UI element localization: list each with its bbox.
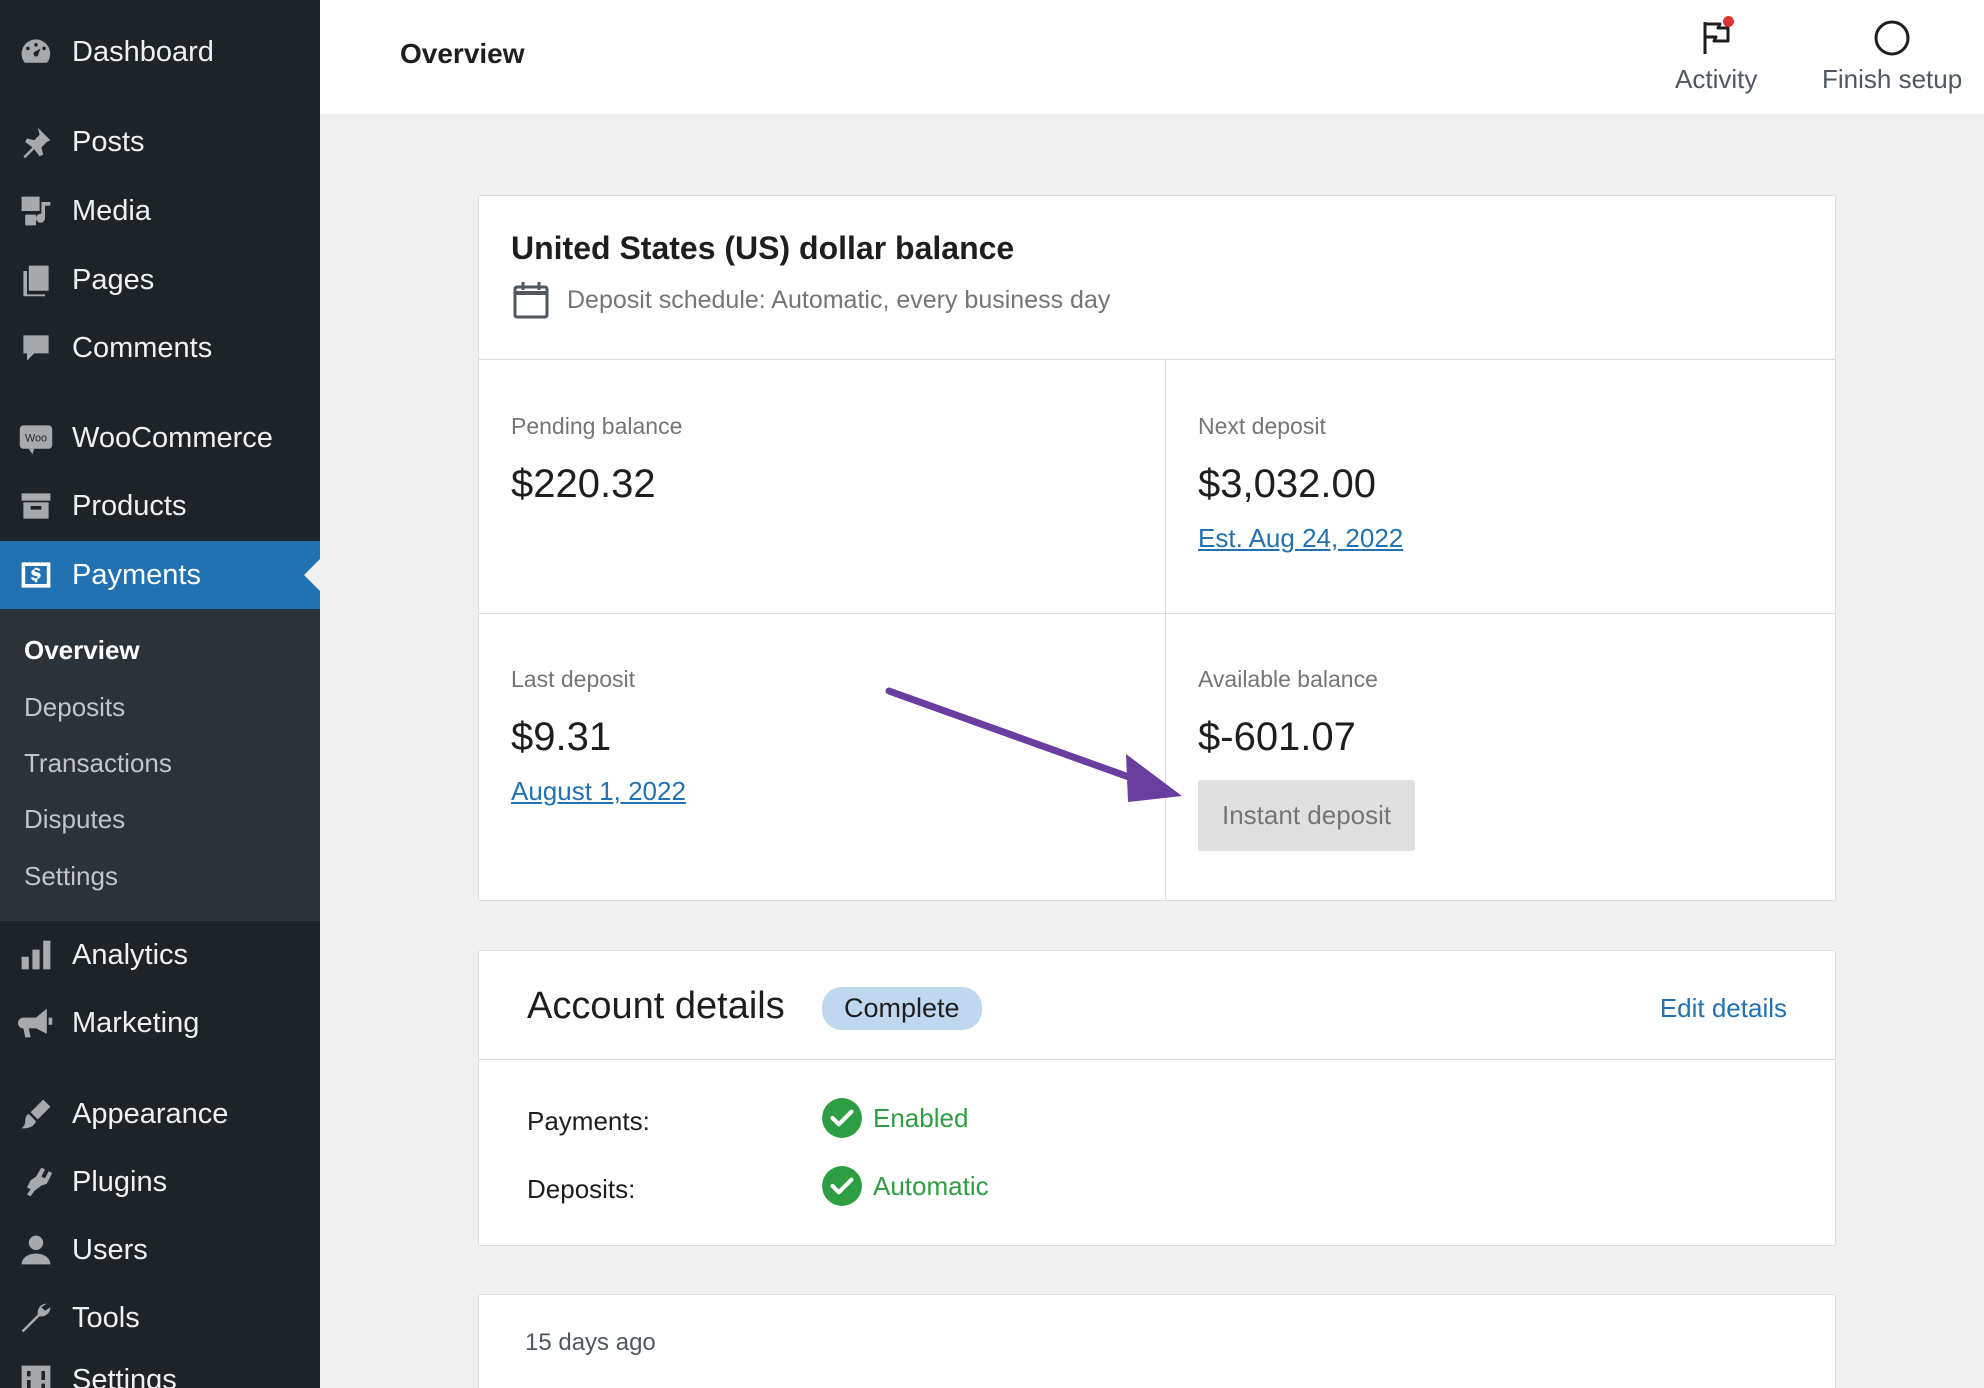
sidebar-item-media[interactable]: Media <box>0 177 320 245</box>
dashboard-icon <box>17 33 55 71</box>
sidebar-item-payments[interactable]: Payments <box>0 541 320 609</box>
progress-circle-icon <box>1872 18 1912 58</box>
comment-icon <box>17 329 55 367</box>
status-badge: Complete <box>822 987 982 1030</box>
woo-icon: Woo <box>17 419 55 457</box>
sidebar-item-analytics[interactable]: Analytics <box>0 921 320 989</box>
submenu-transactions[interactable]: Transactions <box>24 748 172 779</box>
sidebar-item-pages[interactable]: Pages <box>0 246 320 314</box>
finish-setup-label: Finish setup <box>1822 64 1963 94</box>
sidebar-item-label: Analytics <box>72 938 189 971</box>
sidebar-item-label: Dashboard <box>72 35 214 68</box>
instant-deposit-button[interactable]: Instant deposit <box>1198 780 1416 851</box>
activity-timestamp: 15 days ago <box>525 1329 656 1356</box>
sidebar-item-label: Pages <box>72 263 155 296</box>
deposit-schedule: Deposit schedule: Automatic, every busin… <box>511 280 1110 320</box>
top-header: Overview Activity Finish setup <box>320 0 1984 114</box>
sidebar-item-comments[interactable]: Comments <box>0 314 320 382</box>
sidebar-item-marketing[interactable]: Marketing <box>0 989 320 1057</box>
sidebar-item-label: Tools <box>72 1301 140 1334</box>
sidebar-item-woocommerce[interactable]: Woo WooCommerce <box>0 404 320 472</box>
plugin-icon <box>17 1163 55 1201</box>
last-deposit: Last deposit $9.31 August 1, 2022 <box>511 666 686 807</box>
sidebar-item-label: Users <box>72 1233 148 1266</box>
account-details-title: Account details <box>527 985 785 1027</box>
sidebar-item-label: Appearance <box>72 1097 229 1130</box>
next-deposit-amount: $3,032.00 <box>1198 462 1376 506</box>
page-title: Overview <box>400 38 525 69</box>
sidebar-item-label: Comments <box>72 331 213 364</box>
next-deposit-date-link[interactable]: Est. Aug 24, 2022 <box>1198 523 1403 554</box>
user-icon <box>17 1231 55 1269</box>
deposits-status-label: Deposits: <box>527 1174 636 1204</box>
next-deposit-label: Next deposit <box>1198 413 1326 439</box>
pending-balance: Pending balance $220.32 <box>511 413 682 507</box>
sidebar-item-posts[interactable]: Posts <box>0 108 320 176</box>
available-balance: Available balance $-601.07 <box>1198 666 1378 760</box>
flag-icon <box>1696 16 1736 58</box>
brush-icon <box>17 1095 55 1133</box>
activity-label: Activity <box>1675 64 1758 94</box>
payments-status: Enabled <box>821 1097 968 1139</box>
account-details-card: Account details Complete Edit details Pa… <box>478 950 1836 1246</box>
megaphone-icon <box>17 1004 55 1042</box>
pending-balance-label: Pending balance <box>511 413 683 439</box>
pending-balance-amount: $220.32 <box>511 462 656 506</box>
sidebar-item-label: Posts <box>72 125 145 158</box>
calendar-icon <box>513 282 549 319</box>
submenu-deposits[interactable]: Deposits <box>24 692 125 723</box>
media-icon <box>17 192 55 230</box>
deposit-schedule-text: Deposit schedule: Automatic, every busin… <box>567 285 1111 314</box>
divider <box>479 613 1835 614</box>
sidebar-item-label: Marketing <box>72 1006 200 1039</box>
deposits-status: Automatic <box>821 1165 989 1207</box>
sidebar-item-products[interactable]: Products <box>0 472 320 540</box>
check-circle-icon <box>822 1166 862 1206</box>
svg-text:Woo: Woo <box>25 433 47 445</box>
divider <box>479 1059 1835 1060</box>
sidebar-item-plugins[interactable]: Plugins <box>0 1148 320 1216</box>
bar-chart-icon <box>17 936 55 974</box>
deposits-status-value: Automatic <box>873 1170 989 1201</box>
activity-button[interactable]: Activity <box>1675 16 1758 95</box>
balance-card: United States (US) dollar balance Deposi… <box>478 195 1836 901</box>
wrench-icon <box>17 1299 55 1337</box>
payments-icon <box>17 556 55 594</box>
payments-status-label: Payments: <box>527 1106 650 1136</box>
next-deposit: Next deposit $3,032.00 Est. Aug 24, 2022 <box>1198 413 1403 554</box>
admin-sidebar: Dashboard Posts Media Pages Comments Woo… <box>0 0 320 1388</box>
finish-setup-button[interactable]: Finish setup <box>1822 18 1962 95</box>
available-balance-amount: $-601.07 <box>1198 715 1356 759</box>
payments-status-value: Enabled <box>873 1102 969 1133</box>
sidebar-item-appearance[interactable]: Appearance <box>0 1080 320 1148</box>
sidebar-item-settings[interactable]: Settings <box>0 1346 320 1388</box>
sidebar-item-label: Products <box>72 489 187 522</box>
check-circle-icon <box>822 1098 862 1138</box>
sidebar-item-label: Settings <box>72 1363 177 1388</box>
pages-icon <box>17 261 55 299</box>
pin-icon <box>17 123 55 161</box>
last-deposit-date-link[interactable]: August 1, 2022 <box>511 776 686 807</box>
submenu-disputes[interactable]: Disputes <box>24 804 125 835</box>
sidebar-item-label: Plugins <box>72 1165 168 1198</box>
divider <box>479 359 1835 360</box>
payments-submenu: Overview Deposits Transactions Disputes … <box>0 609 320 921</box>
sidebar-item-label: WooCommerce <box>72 421 273 454</box>
sidebar-item-dashboard[interactable]: Dashboard <box>0 18 320 86</box>
edit-details-link[interactable]: Edit details <box>1660 993 1787 1024</box>
settings-icon <box>17 1361 55 1388</box>
divider <box>1165 359 1166 901</box>
activity-card: 15 days ago <box>478 1294 1836 1388</box>
last-deposit-amount: $9.31 <box>511 715 612 759</box>
available-balance-label: Available balance <box>1198 666 1378 692</box>
archive-icon <box>17 487 55 525</box>
balance-title: United States (US) dollar balance <box>511 230 1015 266</box>
last-deposit-label: Last deposit <box>511 666 636 692</box>
sidebar-item-label: Payments <box>72 558 201 591</box>
submenu-settings[interactable]: Settings <box>24 861 118 892</box>
sidebar-item-tools[interactable]: Tools <box>0 1284 320 1352</box>
sidebar-item-users[interactable]: Users <box>0 1216 320 1284</box>
sidebar-item-label: Media <box>72 194 151 227</box>
submenu-overview[interactable]: Overview <box>24 635 140 666</box>
